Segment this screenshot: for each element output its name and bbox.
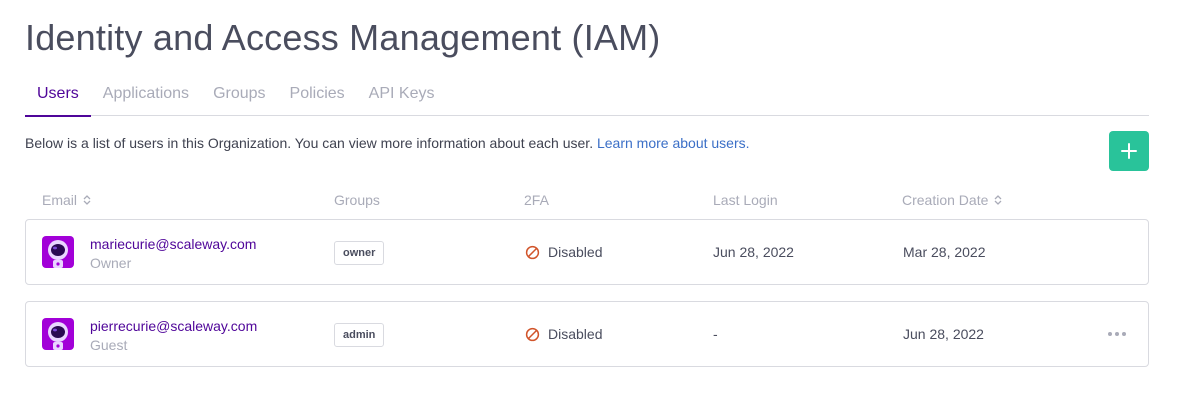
description-text: Below is a list of users in this Organiz… [25, 135, 597, 151]
astronaut-icon [48, 322, 68, 350]
tab-users[interactable]: Users [25, 80, 91, 117]
dot [1108, 332, 1112, 336]
add-user-button[interactable] [1109, 131, 1149, 171]
twofa-status-label: Disabled [548, 244, 603, 260]
disabled-icon [525, 245, 540, 259]
last-login: - [713, 326, 718, 342]
twofa-status-label: Disabled [548, 326, 603, 342]
sort-icon [83, 195, 91, 205]
table-row[interactable]: pierrecurie@scaleway.com Guest admin Dis… [25, 301, 1149, 367]
group-badge: owner [334, 241, 385, 265]
dot [1115, 332, 1119, 336]
plus-icon [1121, 143, 1137, 159]
creation-date: Jun 28, 2022 [903, 326, 984, 342]
tab-applications[interactable]: Applications [91, 80, 201, 116]
page-title: Identity and Access Management (IAM) [25, 17, 661, 58]
twofa-status: Disabled [525, 244, 602, 260]
column-header-last-login-label: Last Login [713, 192, 778, 208]
astronaut-icon [48, 240, 68, 268]
avatar [42, 318, 74, 350]
table-row[interactable]: mariecurie@scaleway.com Owner owner Disa… [25, 219, 1149, 285]
column-header-groups-label: Groups [334, 192, 380, 208]
tab-groups[interactable]: Groups [201, 80, 277, 116]
sort-icon [994, 195, 1002, 205]
column-header-groups: Groups [334, 192, 380, 208]
creation-date: Mar 28, 2022 [903, 244, 986, 260]
last-login: Jun 28, 2022 [713, 244, 794, 260]
twofa-status: Disabled [525, 326, 602, 342]
avatar [42, 236, 74, 268]
tab-bar: Users Applications Groups Policies API K… [25, 80, 1149, 117]
user-email[interactable]: pierrecurie@scaleway.com [90, 318, 257, 334]
column-header-creation-date-label: Creation Date [902, 192, 989, 208]
dot [1122, 332, 1126, 336]
column-header-2fa-label: 2FA [524, 192, 549, 208]
user-role: Guest [90, 337, 128, 353]
disabled-icon [525, 327, 540, 341]
column-header-2fa: 2FA [524, 192, 549, 208]
tab-api-keys[interactable]: API Keys [357, 80, 447, 116]
column-header-email[interactable]: Email [42, 192, 91, 208]
group-badge: admin [334, 323, 385, 347]
more-options-button[interactable] [1106, 324, 1128, 344]
column-header-email-label: Email [42, 192, 78, 208]
column-header-creation-date[interactable]: Creation Date [902, 192, 1002, 208]
column-header-last-login: Last Login [713, 192, 778, 208]
learn-more-link[interactable]: Learn more about users. [597, 135, 750, 151]
page-description: Below is a list of users in this Organiz… [25, 135, 750, 151]
user-email[interactable]: mariecurie@scaleway.com [90, 236, 256, 252]
tab-policies[interactable]: Policies [278, 80, 357, 116]
user-role: Owner [90, 255, 132, 271]
